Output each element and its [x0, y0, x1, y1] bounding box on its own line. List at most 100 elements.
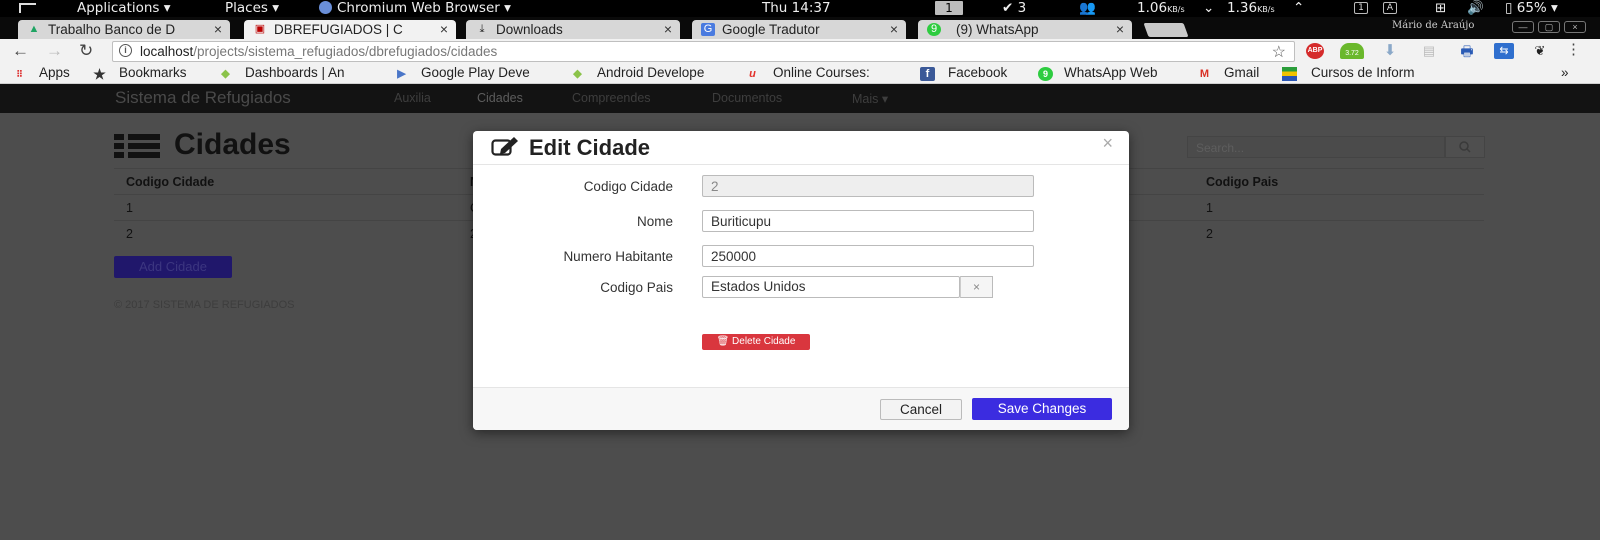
nav-mais[interactable]: Mais ▾: [852, 91, 888, 106]
bookmark-google-play[interactable]: Google Play Deve: [421, 65, 530, 80]
network-icon[interactable]: ⊞: [1435, 1, 1446, 16]
modal-footer: Cancel Save Changes: [473, 387, 1129, 430]
browser-app-menu[interactable]: Chromium Web Browser ▾: [319, 1, 511, 16]
bookmark-dashboards[interactable]: Dashboards | An: [245, 65, 345, 80]
adblock-icon[interactable]: ABP: [1306, 43, 1324, 59]
net-down-unit: KB/s: [1167, 5, 1185, 14]
extension-blue-icon[interactable]: ⇆: [1494, 43, 1514, 59]
updates-count: 3: [1017, 0, 1027, 16]
clock[interactable]: Thu 14:37: [762, 1, 831, 16]
add-cidade-button[interactable]: Add Cidade: [114, 256, 232, 278]
nav-cidades[interactable]: Cidades: [477, 91, 523, 105]
address-url: localhost/projects/sistema_refugiados/db…: [140, 44, 497, 59]
app-brand[interactable]: Sistema de Refugiados: [115, 88, 291, 108]
bookmark-cursos[interactable]: Cursos de Inform: [1311, 65, 1415, 80]
check-icon: ✔: [1002, 0, 1014, 16]
delete-cidade-button[interactable]: 🗑 Delete Cidade: [702, 334, 810, 350]
info-icon[interactable]: i: [119, 44, 132, 57]
tab-label: Trabalho Banco de D: [48, 22, 176, 37]
bookmark-facebook[interactable]: Facebook: [948, 65, 1007, 80]
places-menu[interactable]: Places ▾: [225, 1, 279, 16]
printer-icon[interactable]: 🖶: [1457, 43, 1477, 59]
bookmark-gmail[interactable]: Gmail: [1224, 65, 1259, 80]
close-tab-icon[interactable]: ×: [440, 21, 448, 37]
maximize-icon[interactable]: ▢: [1538, 21, 1560, 33]
indicator-box-1[interactable]: 1: [1354, 2, 1368, 14]
bookmark-android-developers[interactable]: Android Develope: [597, 65, 704, 80]
bookmark-online-courses[interactable]: Online Courses:: [773, 65, 870, 80]
close-tab-icon[interactable]: ×: [890, 21, 898, 37]
close-tab-icon[interactable]: ×: [664, 21, 672, 37]
volume-icon[interactable]: 🔊: [1467, 1, 1484, 16]
search-button[interactable]: [1445, 136, 1485, 158]
bookmark-whatsapp-web[interactable]: WhatsApp Web: [1064, 65, 1158, 80]
indicator-box-a[interactable]: A: [1383, 2, 1397, 14]
download-icon: ⤓: [479, 23, 485, 35]
forward-arrow-icon[interactable]: →: [46, 41, 63, 61]
places-label: Places: [225, 0, 268, 16]
bookmarks-overflow-icon[interactable]: »: [1561, 65, 1569, 80]
workspace-indicator[interactable]: 1: [935, 1, 963, 15]
nav-auxilia[interactable]: Auxilia: [394, 91, 431, 105]
page-title: Cidades: [174, 128, 291, 161]
nav-compreendes[interactable]: Compreendes: [572, 91, 651, 105]
google-drive-icon: ▲: [28, 23, 40, 35]
bookmark-bookmarks[interactable]: Bookmarks: [119, 65, 187, 80]
tab-label: DBREFUGIADOS | C: [274, 22, 403, 37]
battery-percent: 65%: [1516, 0, 1547, 16]
updates-indicator[interactable]: ✔ 3: [1002, 1, 1026, 16]
download-arrow-icon[interactable]: ⬇: [1381, 43, 1399, 59]
udemy-icon: u: [749, 68, 756, 80]
header-codigo-pais[interactable]: Codigo Pais: [1206, 175, 1278, 189]
clear-selection-icon[interactable]: ×: [960, 276, 993, 298]
tab-label: (9) WhatsApp: [956, 22, 1039, 37]
tab-trabalho[interactable]: ▲ Trabalho Banco de D ×: [18, 20, 230, 39]
nav-documentos[interactable]: Documentos: [712, 91, 782, 105]
close-window-icon[interactable]: ×: [1564, 21, 1586, 33]
codigo-cidade-field[interactable]: [702, 175, 1034, 197]
star-icon: ★: [93, 66, 106, 82]
close-icon[interactable]: ×: [1102, 133, 1113, 154]
numero-habitante-label: Numero Habitante: [563, 249, 673, 264]
tab-label: Downloads: [496, 22, 563, 37]
numero-habitante-field[interactable]: [702, 245, 1034, 267]
app-navbar: Sistema de Refugiados Auxilia Cidades Co…: [0, 84, 1600, 113]
flag-icon: [1282, 67, 1297, 81]
extension-dark-icon[interactable]: ❦: [1531, 43, 1549, 59]
back-arrow-icon[interactable]: ←: [12, 41, 29, 61]
search-input[interactable]: Search...: [1187, 136, 1445, 158]
tab-google-tradutor[interactable]: G Google Tradutor ×: [692, 20, 906, 39]
net-up-unit: KB/s: [1257, 5, 1275, 14]
save-changes-button[interactable]: Save Changes: [972, 398, 1112, 420]
people-icon[interactable]: 👥: [1079, 1, 1096, 16]
codigo-pais-select[interactable]: Estados Unidos: [702, 276, 960, 298]
tab-dbrefugiados[interactable]: ▣ DBREFUGIADOS | C ×: [244, 20, 456, 39]
cancel-button[interactable]: Cancel: [880, 399, 962, 420]
nome-label: Nome: [636, 214, 673, 229]
header-codigo-cidade[interactable]: Codigo Cidade: [126, 175, 214, 189]
address-bar[interactable]: i localhost/projects/sistema_refugiados/…: [112, 41, 1295, 62]
reload-icon[interactable]: ↻: [79, 41, 93, 61]
close-tab-icon[interactable]: ×: [214, 21, 222, 37]
bookmark-star-icon[interactable]: ☆: [1272, 42, 1286, 62]
battery-indicator[interactable]: ▯ 65% ▾: [1505, 1, 1558, 16]
extension-badge-icon[interactable]: 3.72: [1340, 43, 1364, 59]
extension-grey-icon[interactable]: ▤: [1420, 43, 1438, 59]
net-down-value: 1.06: [1137, 0, 1168, 16]
battery-icon: ▯: [1505, 0, 1513, 16]
chromium-icon: [319, 1, 332, 14]
activities-icon[interactable]: [18, 2, 38, 18]
net-down-speed: 1.06KB/s: [1137, 1, 1185, 17]
tab-downloads[interactable]: ⤓ Downloads ×: [466, 20, 680, 39]
close-tab-icon[interactable]: ×: [1116, 21, 1124, 37]
apps-grid-icon: ⠿: [16, 69, 23, 79]
nome-field[interactable]: [702, 210, 1034, 232]
minimize-icon[interactable]: —: [1512, 21, 1534, 33]
facebook-icon: f: [920, 67, 935, 81]
new-tab-button[interactable]: [1143, 23, 1189, 37]
bookmark-apps[interactable]: Apps: [39, 65, 70, 80]
edit-icon: [491, 137, 521, 162]
applications-menu[interactable]: Applications ▾: [77, 1, 171, 16]
menu-kebab-icon[interactable]: ⋮: [1566, 42, 1581, 59]
tab-whatsapp[interactable]: 9 (9) WhatsApp ×: [918, 20, 1132, 39]
